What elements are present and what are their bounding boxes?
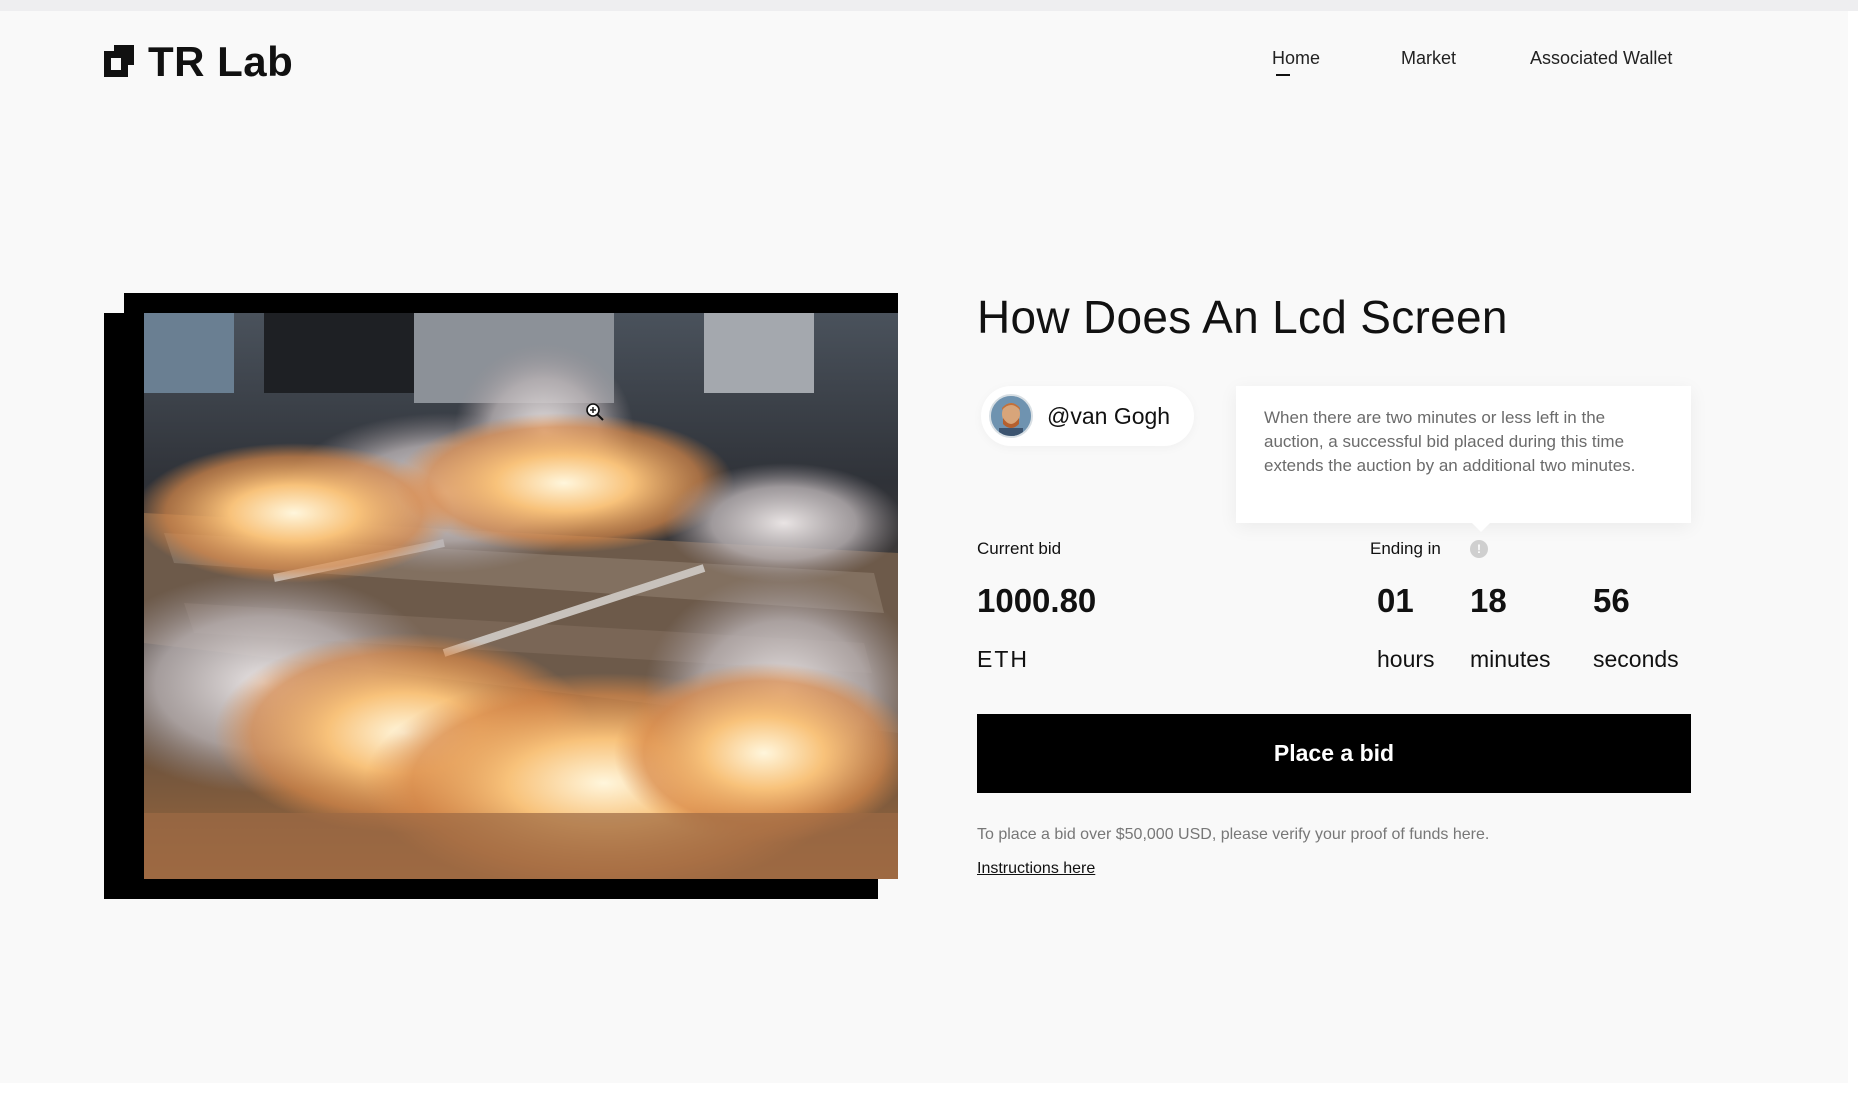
nav-item-market[interactable]: Market xyxy=(1401,48,1456,69)
auction-extension-tooltip: When there are two minutes or less left … xyxy=(1236,386,1691,532)
nav-item-home-label: Home xyxy=(1272,48,1321,68)
fire-smoke-artwork xyxy=(144,313,898,879)
tooltip-text: When there are two minutes or less left … xyxy=(1264,408,1636,475)
ending-in-label: Ending in xyxy=(1370,539,1441,558)
countdown-hours-label: hours xyxy=(1377,646,1435,672)
artwork-frame xyxy=(124,293,898,879)
countdown-seconds: 56 xyxy=(1593,582,1630,619)
logo-mark-icon xyxy=(104,45,134,79)
proof-of-funds-note: To place a bid over $50,000 USD, please … xyxy=(977,826,1490,843)
current-bid-label: Current bid xyxy=(977,539,1062,558)
creator-avatar xyxy=(989,394,1033,438)
instructions-link[interactable]: Instructions here xyxy=(977,860,1095,878)
place-bid-button[interactable]: Place a bid xyxy=(977,714,1691,793)
current-bid-value: 1000.80 xyxy=(977,582,1097,619)
zoom-in-cursor-icon xyxy=(585,402,605,422)
tooltip-arrow xyxy=(1472,523,1490,532)
logo[interactable]: TR Lab xyxy=(104,41,293,83)
creator-name: @van Gogh xyxy=(1047,402,1171,429)
van-gogh-portrait-avatar xyxy=(991,396,1031,436)
artwork-container xyxy=(104,293,898,899)
nav-active-indicator xyxy=(1276,74,1290,76)
logo-text: TR Lab xyxy=(148,38,294,85)
top-strip xyxy=(0,0,1858,11)
countdown-seconds-label: seconds xyxy=(1593,646,1679,672)
countdown-hours: 01 xyxy=(1377,582,1414,619)
artwork-image[interactable] xyxy=(144,313,898,879)
page: TR Lab Home Market Associated Wallet How… xyxy=(0,0,1858,1096)
countdown-minutes: 18 xyxy=(1470,582,1507,619)
current-bid-unit: ETH xyxy=(977,646,1029,672)
creator-chip[interactable]: @van Gogh xyxy=(981,386,1195,446)
countdown-minutes-label: minutes xyxy=(1470,646,1551,672)
nav-item-associated-wallet[interactable]: Associated Wallet xyxy=(1530,48,1672,69)
nav-item-home[interactable]: Home xyxy=(1272,48,1321,76)
artwork-title: How Does An Lcd Screen xyxy=(977,291,1508,343)
info-icon[interactable]: ! xyxy=(1470,540,1488,558)
